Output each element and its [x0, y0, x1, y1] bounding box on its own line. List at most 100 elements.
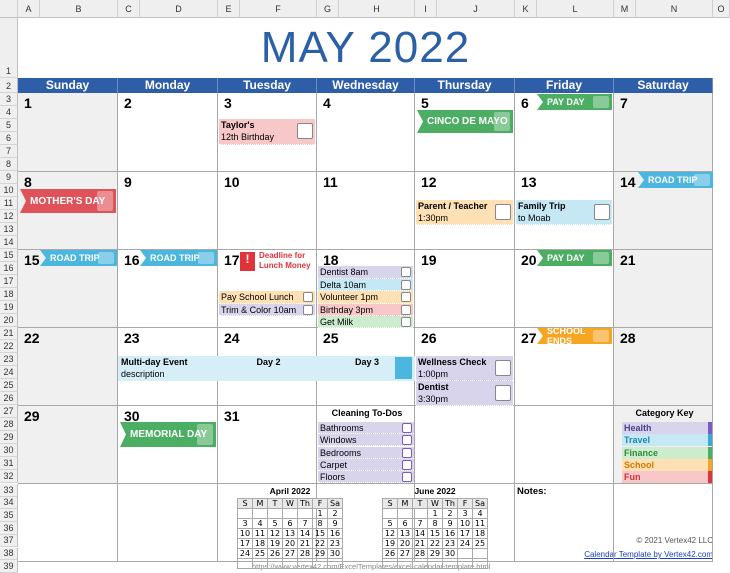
- mini-day: [457, 558, 473, 569]
- mini-day: [282, 558, 298, 569]
- event[interactable]: Get Milk: [318, 316, 413, 328]
- row-header-5[interactable]: 5: [0, 119, 18, 132]
- cleaning-item[interactable]: Floors: [318, 471, 414, 484]
- cleaning-item[interactable]: Bathrooms: [318, 422, 414, 434]
- row-header-2[interactable]: 2: [0, 78, 18, 93]
- cleaning-item[interactable]: Windows: [318, 434, 414, 447]
- event[interactable]: Birthday 3pm: [318, 303, 413, 316]
- row-header-12[interactable]: 12: [0, 210, 18, 223]
- row-header-24[interactable]: 24: [0, 366, 18, 379]
- checkbox-icon[interactable]: [402, 472, 412, 483]
- row-header-1[interactable]: 1: [0, 18, 18, 78]
- row-header-23[interactable]: 23: [0, 353, 18, 366]
- mini-day: 23: [327, 538, 343, 549]
- row-header-10[interactable]: 10: [0, 184, 18, 197]
- select-all-corner[interactable]: [0, 0, 18, 18]
- column-header-B[interactable]: B: [40, 0, 118, 18]
- day-number: 22: [24, 330, 40, 346]
- mini-day: 10: [457, 518, 473, 529]
- column-header-J[interactable]: J: [437, 0, 515, 18]
- checkbox-icon[interactable]: [402, 447, 412, 458]
- row-header-4[interactable]: 4: [0, 106, 18, 119]
- event[interactable]: Family Trip to Moab: [516, 200, 612, 225]
- checkbox-icon[interactable]: [402, 423, 412, 433]
- row-header-28[interactable]: 28: [0, 418, 18, 431]
- event[interactable]: Volunteer 1pm: [318, 291, 413, 304]
- row-header-17[interactable]: 17: [0, 275, 18, 288]
- mini-day: 26: [267, 548, 283, 559]
- row-header-35[interactable]: 35: [0, 509, 18, 523]
- day-number: 11: [323, 174, 338, 190]
- row-header-32[interactable]: 32: [0, 470, 18, 483]
- column-header-L[interactable]: L: [537, 0, 614, 18]
- column-header-M[interactable]: M: [614, 0, 636, 18]
- mini-day: 26: [382, 548, 398, 559]
- mini-day: 14: [412, 528, 428, 539]
- banner-label: ROAD TRIP: [50, 253, 100, 263]
- column-header-I[interactable]: I: [415, 0, 437, 18]
- event[interactable]: Trim & Color 10am: [219, 303, 315, 316]
- mini-day: [472, 558, 488, 569]
- checkbox-icon[interactable]: [402, 459, 412, 470]
- row-header-13[interactable]: 13: [0, 223, 18, 236]
- row-header-34[interactable]: 34: [0, 496, 18, 510]
- row-header-16[interactable]: 16: [0, 262, 18, 275]
- event[interactable]: Delta 10am: [318, 278, 413, 291]
- row-header-25[interactable]: 25: [0, 379, 18, 392]
- row-header-19[interactable]: 19: [0, 301, 18, 314]
- footer-cell: [515, 484, 614, 562]
- column-header-E[interactable]: E: [218, 0, 240, 18]
- event[interactable]: Pay School Lunch: [219, 291, 315, 304]
- event[interactable]: Wellness Check 1:00pm: [416, 356, 513, 381]
- row-header-38[interactable]: 38: [0, 547, 18, 561]
- day-cell[interactable]: [118, 93, 218, 172]
- column-header-C[interactable]: C: [118, 0, 140, 18]
- column-header-O[interactable]: O: [713, 0, 730, 18]
- day-cell[interactable]: [515, 406, 614, 484]
- event[interactable]: Dentist 3:30pm: [416, 381, 513, 406]
- row-header-30[interactable]: 30: [0, 444, 18, 457]
- row-header-3[interactable]: 3: [0, 93, 18, 106]
- row-header-33[interactable]: 33: [0, 484, 18, 497]
- column-header-A[interactable]: A: [18, 0, 40, 18]
- event[interactable]: Taylor's 12th Birthday: [219, 119, 315, 145]
- row-header-37[interactable]: 37: [0, 534, 18, 548]
- event[interactable]: Parent / Teacher 1:30pm: [416, 200, 513, 225]
- row-header-11[interactable]: 11: [0, 197, 18, 210]
- day-number: 14: [620, 174, 636, 190]
- row-header-8[interactable]: 8: [0, 158, 18, 171]
- day-cell[interactable]: [415, 406, 515, 484]
- row-header-26[interactable]: 26: [0, 392, 18, 405]
- day-cell[interactable]: [317, 93, 415, 172]
- row-header-27[interactable]: 27: [0, 405, 18, 418]
- row-header-21[interactable]: 21: [0, 327, 18, 340]
- row-header-36[interactable]: 36: [0, 522, 18, 535]
- banner-label: ROAD TRIP: [150, 253, 200, 263]
- checkbox-icon[interactable]: [402, 435, 412, 446]
- column-header-D[interactable]: D: [140, 0, 218, 18]
- column-header-H[interactable]: H: [339, 0, 415, 18]
- cleaning-item[interactable]: Bedrooms: [318, 446, 414, 459]
- day-cell[interactable]: [18, 93, 118, 172]
- row-header-7[interactable]: 7: [0, 145, 18, 158]
- event[interactable]: Dentist 8am: [318, 266, 413, 279]
- row-header-31[interactable]: 31: [0, 457, 18, 470]
- column-header-K[interactable]: K: [515, 0, 537, 18]
- cleaning-item[interactable]: Carpet: [318, 458, 414, 471]
- row-header-9[interactable]: 9: [0, 171, 18, 184]
- day-cell[interactable]: [614, 93, 713, 172]
- column-header-F[interactable]: F: [240, 0, 317, 18]
- mini-day: [252, 558, 268, 569]
- row-header-22[interactable]: 22: [0, 340, 18, 353]
- row-header-14[interactable]: 14: [0, 236, 18, 249]
- row-header-39[interactable]: 39: [0, 560, 18, 573]
- row-header-29[interactable]: 29: [0, 431, 18, 444]
- row-header-6[interactable]: 6: [0, 132, 18, 145]
- row-header-15[interactable]: 15: [0, 249, 18, 262]
- row-header-20[interactable]: 20: [0, 314, 18, 327]
- row-header-18[interactable]: 18: [0, 288, 18, 301]
- column-header-N[interactable]: N: [636, 0, 713, 18]
- column-header-G[interactable]: G: [317, 0, 339, 18]
- school-icon: [495, 204, 511, 220]
- day-cell[interactable]: [118, 172, 218, 250]
